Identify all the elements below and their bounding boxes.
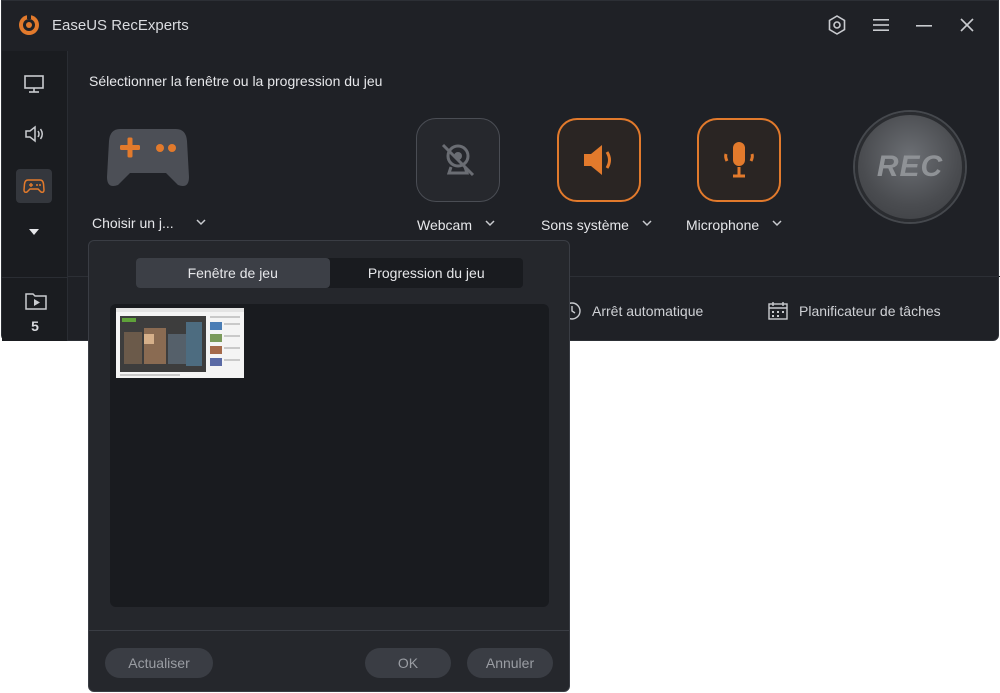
task-scheduler-button[interactable]: Planificateur de tâches <box>767 301 941 321</box>
speaker-icon <box>584 145 611 175</box>
settings-button[interactable] <box>822 11 852 39</box>
popup-footer-divider <box>89 630 569 631</box>
rec-label: REC <box>876 150 944 183</box>
microphone-icon <box>724 142 754 178</box>
minimize-button[interactable] <box>909 11 939 39</box>
microphone-label: Microphone <box>686 217 760 233</box>
sidebar-more-button[interactable] <box>16 215 52 249</box>
microphone-toggle-button[interactable] <box>697 118 781 202</box>
gear-icon <box>828 15 846 35</box>
tab-game-progress[interactable]: Progression du jeu <box>330 258 524 288</box>
chevron-down-icon <box>642 220 652 227</box>
minimize-icon <box>916 25 932 27</box>
sidebar-item-screen[interactable] <box>16 67 52 101</box>
auto-stop-button[interactable]: Arrêt automatique <box>562 301 703 321</box>
calendar-icon <box>768 302 788 320</box>
webcam-dropdown[interactable]: Webcam <box>417 217 496 233</box>
chevron-down-icon <box>772 220 782 227</box>
system-sound-dropdown[interactable]: Sons système <box>541 217 653 233</box>
webcam-label: Webcam <box>417 217 472 233</box>
monitor-icon <box>24 75 44 93</box>
refresh-button[interactable]: Actualiser <box>105 648 213 678</box>
title-bar: EaseUS RecExperts <box>2 1 1000 51</box>
game-window-popup: Fenêtre de jeu Progression du jeu Actual… <box>88 240 570 692</box>
hamburger-icon <box>873 19 889 31</box>
chevron-down-icon <box>485 220 495 227</box>
video-folder-icon <box>25 293 47 310</box>
cancel-button[interactable]: Annuler <box>467 648 553 678</box>
task-scheduler-label: Planificateur de tâches <box>799 303 941 319</box>
close-icon <box>960 18 974 32</box>
webcam-off-icon <box>441 143 475 177</box>
menu-button[interactable] <box>866 11 896 39</box>
close-button[interactable] <box>952 11 982 39</box>
sidebar-item-game[interactable] <box>16 169 52 203</box>
auto-stop-label: Arrêt automatique <box>592 303 704 319</box>
popup-tabs: Fenêtre de jeu Progression du jeu <box>136 258 523 288</box>
system-sound-label: Sons système <box>541 217 629 233</box>
app-logo-icon <box>19 14 39 35</box>
app-title: EaseUS RecExperts <box>52 17 189 34</box>
tab-game-window[interactable]: Fenêtre de jeu <box>136 258 330 288</box>
recordings-count: 5 <box>31 318 39 334</box>
ok-button[interactable]: OK <box>365 648 451 678</box>
gamepad-icon <box>23 179 45 193</box>
rec-button[interactable]: REC <box>855 112 965 222</box>
page-title: Sélectionner la fenêtre ou la progressio… <box>89 73 383 89</box>
window-preview-image <box>116 308 244 378</box>
window-thumbnail[interactable] <box>116 308 244 378</box>
chevron-down-icon[interactable] <box>195 216 207 228</box>
sidebar: 5 <box>2 51 68 341</box>
choose-game-dropdown[interactable]: Choisir un j... <box>92 215 174 231</box>
system-sound-toggle-button[interactable] <box>557 118 641 202</box>
sidebar-item-audio[interactable] <box>16 117 52 151</box>
caret-down-icon <box>29 229 39 235</box>
microphone-dropdown[interactable]: Microphone <box>686 217 783 233</box>
speaker-icon <box>25 125 43 143</box>
recordings-list-button[interactable]: 5 <box>2 277 68 341</box>
window-list <box>110 304 549 607</box>
webcam-toggle-button[interactable] <box>416 118 500 202</box>
gamepad-large-icon[interactable] <box>106 125 190 191</box>
